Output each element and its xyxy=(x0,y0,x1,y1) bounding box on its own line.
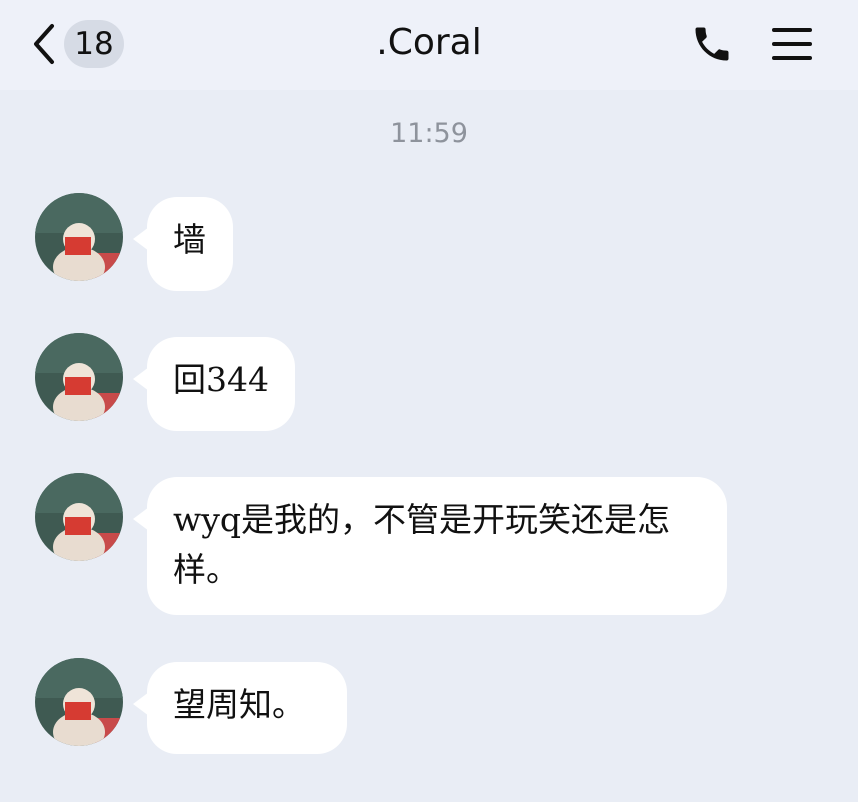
message-text: 墙 xyxy=(173,220,206,259)
phone-icon xyxy=(690,27,734,70)
menu-button[interactable] xyxy=(770,22,814,66)
sender-avatar[interactable] xyxy=(35,333,123,421)
sender-avatar[interactable] xyxy=(35,658,123,746)
sender-avatar[interactable] xyxy=(35,473,123,561)
message-timestamp: 11:59 xyxy=(390,118,468,149)
chat-header: 18 .Coral xyxy=(0,0,858,90)
call-button[interactable] xyxy=(690,22,734,66)
message-bubble[interactable]: wyq是我的，不管是开玩笑还是怎样。 xyxy=(133,477,727,615)
hamburger-menu-icon xyxy=(770,28,814,70)
sender-avatar[interactable] xyxy=(35,193,123,281)
message-bubble[interactable]: 墙 xyxy=(133,197,233,291)
message-text: 回344 xyxy=(173,360,269,399)
message-bubble[interactable]: 望周知。 xyxy=(133,662,347,754)
message-bubble[interactable]: 回344 xyxy=(133,337,295,431)
message-text: wyq是我的，不管是开玩笑还是怎样。 xyxy=(173,500,671,589)
message-text: 望周知。 xyxy=(173,685,305,724)
